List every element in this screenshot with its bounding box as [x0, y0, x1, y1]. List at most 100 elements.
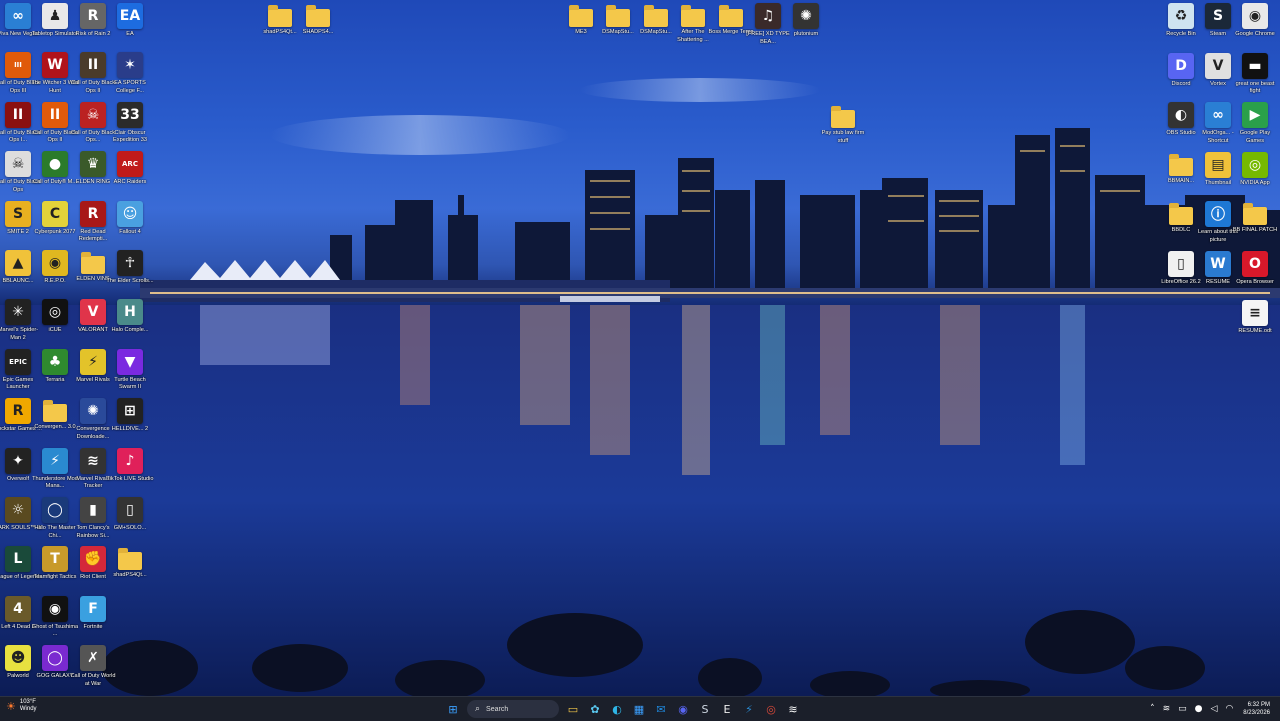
city-skyline-wallpaper: [0, 78, 1280, 696]
battery-icon[interactable]: ▭: [1178, 704, 1187, 714]
folder-icon: [1243, 203, 1267, 225]
taskbar-center: ⊞ ⌕ Search ▭ ✿ ◐ ▦ ✉ ◉ S E ⚡ ◎ ≋: [443, 699, 805, 719]
shortcut-label: Fortnite: [83, 623, 103, 630]
fallout-icon: ☺: [117, 200, 143, 227]
wifi-icon[interactable]: ◠: [1225, 704, 1233, 714]
clock-date: 8/23/2026: [1243, 710, 1270, 716]
folder-icon: [606, 5, 630, 27]
elden-ring-icon: ♛: [80, 151, 106, 178]
desktop-shortcut[interactable]: ☺ Fallout 4: [106, 200, 154, 237]
shortcut-label: Fallout 4: [119, 228, 141, 235]
desktop-shortcut[interactable]: Pay stub law firm stuff: [819, 104, 867, 145]
desktop-shortcut[interactable]: ⊞ HELLDIVE... 2: [106, 398, 154, 434]
taskbar: ☀ 103°F Windy ⊞ ⌕ Search ▭ ✿ ◐ ▦ ✉ ◉ S E ⚡ ◎ ≋ ˄ ≋ ▭…: [0, 696, 1280, 721]
smite-icon: S: [5, 200, 31, 227]
thunderstore-taskbar-icon[interactable]: ⚡: [739, 699, 759, 719]
desktop-shortcut[interactable]: shadPS4Qt...: [106, 546, 154, 580]
fortnite-icon: F: [80, 595, 106, 622]
desktop-shortcut[interactable]: ✶ EA SPORTS College F...: [106, 52, 154, 95]
folder-icon: [268, 5, 292, 27]
folder-icon: [1169, 153, 1193, 176]
marvel-rivals-icon: ⚡: [80, 348, 106, 375]
shortcut-label: Clair Obscur Expedition 33: [113, 129, 147, 144]
epic-games-icon: EPIC: [5, 348, 31, 375]
desktop-shortcut[interactable]: BB FINAL PATCH: [1231, 201, 1279, 235]
weather-icon: ☀: [6, 700, 16, 713]
system-tray: ˄ ≋ ▭ ● ◁ ◠ 6:32 PM 8/23/2026: [1146, 699, 1274, 719]
desktop-shortcut[interactable]: H Halo Comple...: [106, 299, 154, 335]
cod-bo2-icon: II: [80, 52, 106, 79]
desktop-shortcut[interactable]: ▬ great one beast fight: [1231, 52, 1279, 96]
icue-icon: ◎: [42, 299, 68, 326]
cod-mw-icon: ●: [42, 151, 68, 178]
desktop-shortcut[interactable]: ▶ Google Play Games: [1231, 102, 1279, 145]
tiktok-icon: ♪: [117, 447, 143, 474]
clair-obscur-icon: 33: [117, 101, 143, 128]
dark-souls-icon: ☼: [5, 497, 31, 523]
desktop-shortcut[interactable]: F Fortnite: [69, 595, 117, 632]
desktop-shortcut[interactable]: O Opera Browser: [1231, 250, 1279, 287]
shortcut-label: SHADPS4...: [302, 29, 334, 35]
desktop-shortcut[interactable]: ◉ Google Chrome: [1231, 3, 1279, 39]
edge-icon[interactable]: ◐: [607, 699, 627, 719]
weather-widget[interactable]: ☀ 103°F Windy: [6, 699, 37, 713]
shortcut-label: Google Chrome: [1235, 31, 1275, 37]
desktop-shortcut[interactable]: ≡ RESUME.odt: [1231, 300, 1279, 336]
network-icon[interactable]: ≋: [1163, 704, 1171, 714]
google-play-icon: ▶: [1242, 102, 1268, 128]
shortcut-label: great one beast fight: [1235, 80, 1275, 95]
steam-icon: S: [1205, 3, 1231, 29]
microsoft-store-icon[interactable]: ▦: [629, 699, 649, 719]
shortcut-label: TikTok LIVE Studio: [106, 475, 154, 482]
discord-taskbar-icon[interactable]: ◉: [673, 699, 693, 719]
desktop-shortcut[interactable]: 33 Clair Obscur Expedition 33: [106, 101, 154, 145]
desktop-shortcut[interactable]: ▯ GM+SOLO...: [106, 497, 154, 533]
gm-solo-icon: ▯: [117, 497, 143, 523]
modorganizer-icon: ∞: [1205, 102, 1231, 128]
desktop-shortcut[interactable]: ✺ plutonium: [782, 3, 830, 39]
shortcut-label: plutonium: [793, 31, 819, 37]
steam-taskbar-icon[interactable]: S: [695, 699, 715, 719]
start-button[interactable]: ⊞: [443, 699, 463, 719]
desktop-shortcut[interactable]: SHADPS4...: [294, 3, 342, 37]
tray-icons: ˄ ≋ ▭ ● ◁ ◠: [1146, 704, 1237, 714]
thumbnail-icon: ▤: [1205, 151, 1231, 178]
search-box[interactable]: ⌕ Search: [467, 700, 559, 718]
gog-icon: ◯: [42, 645, 68, 672]
desktop-shortcut[interactable]: ▼ Turtle Beach Swarm II: [106, 348, 154, 392]
riot-icon: ✊: [80, 546, 106, 573]
desktop-shortcut[interactable]: ◎ NVIDIA App: [1231, 151, 1279, 188]
desktop-shortcut[interactable]: EA EA: [106, 3, 154, 39]
chevron-up-icon[interactable]: ˄: [1150, 704, 1155, 714]
epic-taskbar-icon[interactable]: E: [717, 699, 737, 719]
palworld-icon: ☻: [5, 645, 31, 672]
folder-icon: [681, 5, 705, 27]
copilot-icon[interactable]: ✿: [585, 699, 605, 719]
search-icon: ⌕: [475, 704, 481, 714]
folder-icon: [644, 5, 668, 27]
rivals-tracker-icon: ≋: [80, 447, 106, 474]
desktop-shortcut[interactable]: ♪ TikTok LIVE Studio: [106, 447, 154, 484]
cod-bo3-icon: III: [5, 52, 31, 79]
resume-doc-icon: W: [1205, 250, 1231, 277]
microphone-icon[interactable]: ●: [1195, 704, 1203, 714]
desktop-shortcut[interactable]: ✗ Call of Duty World at War: [69, 645, 117, 688]
desktop-shortcut[interactable]: ARC ARC Raiders: [106, 151, 154, 187]
shortcut-label: Opera Browser: [1236, 278, 1274, 285]
clock[interactable]: 6:32 PM 8/23/2026: [1243, 701, 1270, 717]
convergence-icon: ✺: [80, 398, 106, 425]
desktop-shortcut[interactable]: ☥ The Elder Scrolls...: [106, 250, 154, 286]
shortcut-label: shadPS4Qt...: [113, 572, 147, 579]
volume-icon[interactable]: ◁: [1211, 704, 1218, 714]
outlook-icon[interactable]: ✉: [651, 699, 671, 719]
rockstar-icon: R: [5, 398, 31, 425]
risk-of-rain-icon: R: [80, 3, 106, 29]
chrome-taskbar-icon[interactable]: ◎: [761, 699, 781, 719]
file-explorer-icon[interactable]: ▭: [563, 699, 583, 719]
repo-icon: ◉: [42, 250, 68, 276]
halo-icon: H: [117, 299, 143, 326]
folder-icon: [43, 400, 67, 423]
plutonium-icon: ✺: [793, 3, 819, 29]
shortcut-label: RESUME.odt: [1238, 328, 1272, 334]
rivals-taskbar-icon[interactable]: ≋: [783, 699, 803, 719]
